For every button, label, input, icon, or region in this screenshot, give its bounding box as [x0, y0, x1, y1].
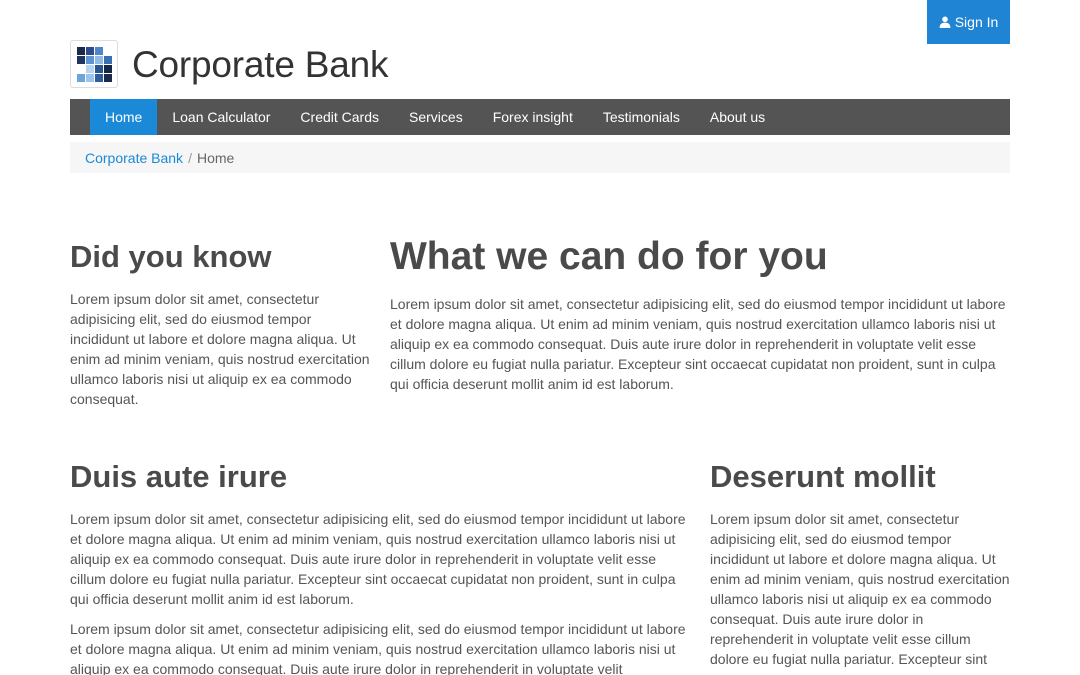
what-we-can-do-section: What we can do for you Lorem ipsum dolor… [390, 235, 1010, 394]
section-body: Lorem ipsum dolor sit amet, consectetur … [710, 511, 1010, 668]
deserunt-mollit-section: Deserunt mollit Lorem ipsum dolor sit am… [710, 459, 1010, 669]
sign-in-label: Sign In [954, 14, 999, 30]
user-icon [939, 16, 951, 28]
nav-item-testimonials[interactable]: Testimonials [588, 99, 695, 135]
section-heading: Did you know [70, 239, 272, 274]
breadcrumb-current: Home [196, 149, 235, 166]
nav-item-loan-calculator[interactable]: Loan Calculator [157, 99, 285, 135]
did-you-know-section: Did you know Lorem ipsum dolor sit amet,… [70, 239, 370, 409]
section-heading: Duis aute irure [70, 459, 288, 494]
main-navbar: Home Loan Calculator Credit Cards Servic… [70, 99, 1010, 135]
brand[interactable]: Corporate Bank [70, 39, 389, 89]
breadcrumb-root-link[interactable]: Corporate Bank [85, 150, 183, 166]
pixel-grid-logo-icon [70, 40, 118, 88]
section-body: Lorem ipsum dolor sit amet, consectetur … [390, 295, 1006, 392]
section-heading: Deserunt mollit [710, 459, 936, 494]
sign-in-button[interactable]: Sign In [927, 0, 1010, 44]
nav-item-forex-insight[interactable]: Forex insight [478, 99, 588, 135]
section-paragraph: Lorem ipsum dolor sit amet, consectetur … [70, 621, 686, 675]
nav-item-about-us[interactable]: About us [695, 99, 780, 135]
nav-item-services[interactable]: Services [394, 99, 478, 135]
duis-aute-section: Duis aute irure Lorem ipsum dolor sit am… [70, 459, 690, 675]
section-heading: What we can do for you [390, 235, 828, 278]
section-body: Lorem ipsum dolor sit amet, consectetur … [70, 291, 370, 408]
brand-title: Corporate Bank [132, 43, 389, 85]
section-paragraph: Lorem ipsum dolor sit amet, consectetur … [70, 511, 686, 608]
breadcrumb: Corporate Bank / Home [70, 142, 1010, 173]
nav-item-credit-cards[interactable]: Credit Cards [285, 99, 394, 135]
page-container: Sign In Corporate Bank Home Loan Calcula… [70, 0, 1010, 675]
breadcrumb-separator: / [188, 149, 192, 166]
nav-item-home[interactable]: Home [90, 99, 158, 135]
